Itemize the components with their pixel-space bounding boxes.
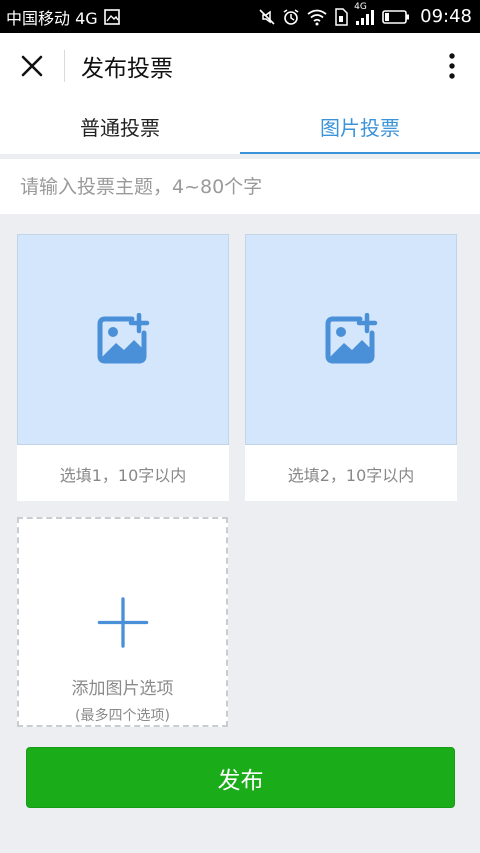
sim-icon xyxy=(334,7,348,26)
gallery-icon xyxy=(103,8,120,25)
title-divider xyxy=(64,50,65,82)
title-bar: 发布投票 xyxy=(0,33,480,99)
topic-field-container xyxy=(0,159,480,214)
add-image-option-button[interactable]: 添加图片选项 (最多四个选项) xyxy=(17,517,228,727)
publish-button[interactable]: 发布 xyxy=(26,747,455,808)
wifi-icon xyxy=(306,8,328,26)
vote-type-tabs: 普通投票 图片投票 xyxy=(0,99,480,154)
page-title: 发布投票 xyxy=(81,56,173,82)
alarm-icon xyxy=(282,8,300,26)
topic-input[interactable] xyxy=(18,174,462,199)
status-left: 中国移动 4G xyxy=(6,5,120,29)
battery-icon xyxy=(382,9,410,25)
clock: 09:48 xyxy=(420,6,472,27)
mute-icon xyxy=(258,8,276,26)
signal-icon: 4G xyxy=(354,2,376,26)
add-image-icon xyxy=(97,312,150,363)
carrier-label: 中国移动 4G xyxy=(6,8,98,28)
more-menu-button[interactable] xyxy=(424,33,480,99)
tab-image-vote[interactable]: 图片投票 xyxy=(240,99,480,154)
network-type-label: 4G xyxy=(354,1,367,12)
option-2-text[interactable]: 选填2，10字以内 xyxy=(245,445,457,502)
add-option-note: (最多四个选项) xyxy=(75,708,170,724)
option-1-text[interactable]: 选填1，10字以内 xyxy=(17,445,229,502)
option-2-image-slot[interactable] xyxy=(245,234,457,445)
more-vertical-icon xyxy=(449,53,455,79)
option-card-1: 选填1，10字以内 xyxy=(17,234,229,501)
option-card-2: 选填2，10字以内 xyxy=(245,234,457,501)
tab-normal-vote[interactable]: 普通投票 xyxy=(0,99,240,154)
status-right: 4G 09:48 xyxy=(258,2,472,27)
status-bar: 中国移动 4G 4G 09:48 xyxy=(0,0,480,33)
option-1-image-slot[interactable] xyxy=(17,234,229,445)
close-icon xyxy=(21,55,43,77)
add-image-icon xyxy=(325,312,378,363)
add-option-label: 添加图片选项 xyxy=(71,679,174,699)
close-button[interactable] xyxy=(0,33,64,99)
plus-icon xyxy=(97,597,148,648)
